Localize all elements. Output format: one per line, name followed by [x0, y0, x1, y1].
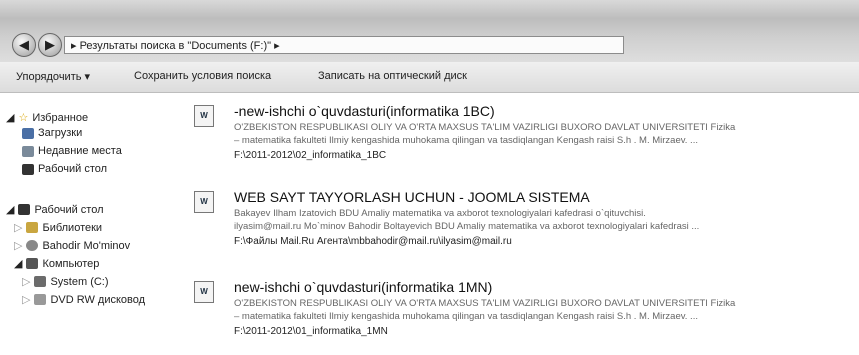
organize-button[interactable]: Упорядочить ▾ — [16, 70, 90, 83]
nav-downloads[interactable]: Загрузки — [22, 127, 82, 139]
nav-computer[interactable]: ◢ Компьютер — [14, 257, 100, 271]
word-document-icon: W — [194, 105, 214, 127]
command-bar: Упорядочить ▾ Сохранить условия поиска З… — [0, 62, 859, 93]
star-icon: ☆ — [18, 112, 29, 124]
recent-places-icon — [22, 145, 34, 157]
window-titlebar: ◀ ▶ ▸ Результаты поиска в "Documents (F:… — [0, 0, 859, 62]
nav-desktop-label: Рабочий стол — [34, 203, 104, 216]
nav-recent-label: Недавние места — [38, 145, 122, 157]
result-snippet: ilyasim@mail.ru Mo`minov Bahodir Boltaye… — [234, 221, 700, 232]
nav-dvd-label: DVD RW дисковод — [50, 293, 146, 306]
list-item[interactable]: W -new-ishchi o`quvdasturi(informatika 1… — [194, 103, 854, 165]
result-path: F:\Файлы Mail.Ru Агента\mbbahodir@mail.r… — [234, 236, 512, 247]
downloads-icon — [22, 127, 34, 139]
list-item[interactable]: W new-ishchi o`quvdasturi(informatika 1M… — [194, 279, 854, 341]
nav-computer-label: Компьютер — [42, 257, 100, 270]
nav-system-drive[interactable]: ▷ System (C:) — [22, 275, 109, 289]
result-snippet: – matematika fakulteti Ilmiy kengashida … — [234, 135, 698, 146]
navigation-pane: ◢ ☆ Избранное Загрузки Недавние места Ра… — [0, 93, 182, 355]
nav-favorites-label: Избранное — [32, 111, 89, 124]
result-snippet: O'ZBEKISTON RESPUBLIKASI OLIY VA O'RTA M… — [234, 298, 736, 309]
collapse-icon: ▷ — [22, 294, 31, 306]
burn-disc-button[interactable]: Записать на оптический диск — [318, 70, 467, 82]
expand-icon: ◢ — [6, 204, 15, 216]
nav-recent[interactable]: Недавние места — [22, 145, 122, 157]
drive-icon — [34, 276, 47, 287]
nav-libraries[interactable]: ▷ Библиотеки — [14, 221, 103, 235]
dvd-drive-icon — [34, 294, 47, 305]
libraries-icon — [26, 222, 39, 233]
desktop-icon — [18, 204, 31, 215]
result-snippet: O'ZBEKISTON RESPUBLIKASI OLIY VA O'RTA M… — [234, 122, 736, 133]
word-document-icon: W — [194, 191, 214, 213]
collapse-icon: ▷ — [22, 276, 31, 288]
nav-desktop-fav[interactable]: Рабочий стол — [22, 163, 107, 175]
result-path: F:\2011-2012\01_informatika_1MN — [234, 326, 388, 337]
save-search-button[interactable]: Сохранить условия поиска — [134, 70, 271, 82]
nav-dvd-drive[interactable]: ▷ DVD RW дисковод — [22, 293, 146, 307]
user-icon — [26, 240, 39, 251]
chevron-right-icon: ▸ — [271, 40, 280, 52]
expand-icon: ◢ — [6, 112, 15, 124]
result-title[interactable]: -new-ishchi o`quvdasturi(informatika 1BC… — [234, 103, 495, 119]
forward-button[interactable]: ▶ — [38, 33, 62, 57]
nav-favorites[interactable]: ◢ ☆ Избранное — [6, 111, 89, 125]
search-results-list: W -new-ishchi o`quvdasturi(informatika 1… — [182, 93, 859, 355]
list-item[interactable]: W WEB SAYT TAYYORLASH UCHUN - JOOMLA SIS… — [194, 189, 854, 251]
nav-downloads-label: Загрузки — [38, 127, 83, 139]
result-title[interactable]: new-ishchi o`quvdasturi(informatika 1MN) — [234, 279, 492, 295]
computer-icon — [26, 258, 39, 269]
nav-system-label: System (C:) — [50, 275, 109, 288]
expand-icon: ◢ — [14, 258, 23, 270]
result-snippet: – matematika fakulteti Ilmiy kengashida … — [234, 311, 698, 322]
nav-libraries-label: Библиотеки — [42, 221, 103, 234]
chevron-right-icon: ▸ — [71, 40, 80, 52]
result-snippet: Bakayev Ilham Izatovich BDU Amaliy matem… — [234, 208, 646, 219]
desktop-icon — [22, 163, 34, 175]
nav-desktop[interactable]: ◢ Рабочий стол — [6, 203, 104, 217]
collapse-icon: ▷ — [14, 240, 23, 252]
nav-desktop-fav-label: Рабочий стол — [38, 163, 108, 175]
nav-user[interactable]: ▷ Bahodir Mo'minov — [14, 239, 131, 253]
result-path: F:\2011-2012\02_informatika_1BC — [234, 150, 387, 161]
word-document-icon: W — [194, 281, 214, 303]
result-title[interactable]: WEB SAYT TAYYORLASH UCHUN - JOOMLA SISTE… — [234, 189, 590, 205]
nav-user-label: Bahodir Mo'minov — [42, 239, 131, 252]
back-button[interactable]: ◀ — [12, 33, 36, 57]
collapse-icon: ▷ — [14, 222, 23, 234]
address-bar[interactable]: ▸ Результаты поиска в "Documents (F:)" ▸ — [64, 36, 624, 54]
address-path: Результаты поиска в "Documents (F:)" — [79, 40, 272, 52]
